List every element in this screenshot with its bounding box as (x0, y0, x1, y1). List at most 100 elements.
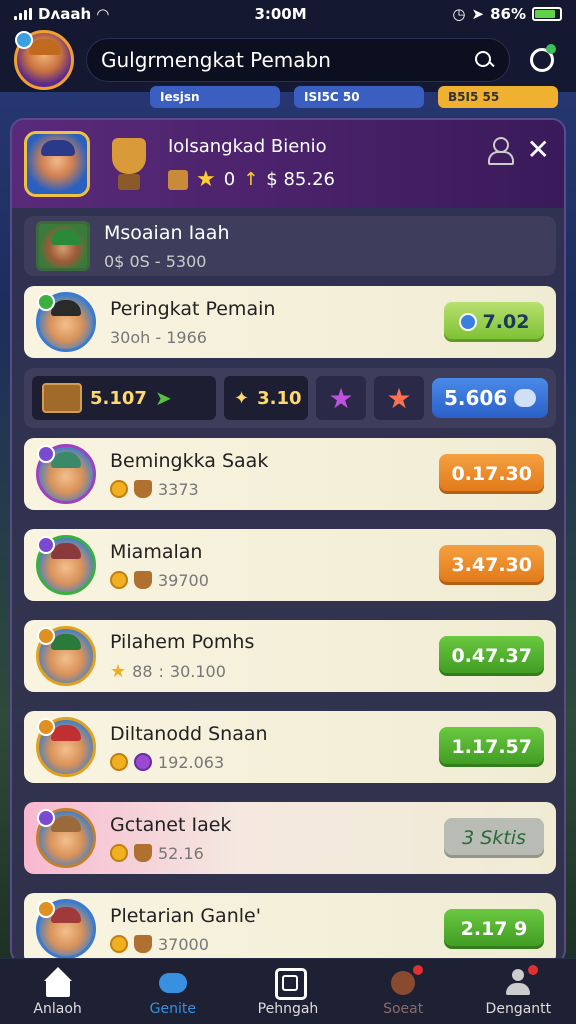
nav-label: Soeat (383, 1000, 424, 1017)
battery-percent: 86% (490, 5, 526, 23)
search-input[interactable]: Gulgrmengkat Pemabn (86, 38, 510, 82)
panel-stat-b: $ 85.26 (266, 169, 335, 190)
notification-dot (526, 962, 541, 977)
star-value: 3.10 (257, 387, 302, 409)
resource-pills: Iesjsn ISI5C 50 B5I5 55 (150, 86, 558, 108)
cup-icon (134, 480, 152, 498)
user-avatar[interactable] (14, 30, 74, 90)
list-item[interactable]: Bemingkka Saak 3373 0.17.30 (24, 438, 556, 510)
star-icon: ★ (110, 660, 127, 682)
leaderboard-panel: Iolsangkad Bienio ★ 0 ↑ $ 85.26 ✕ Msoaia… (10, 118, 566, 964)
row-avatar (36, 899, 96, 959)
row-sub: 52.16 (158, 843, 204, 863)
battery-icon (532, 7, 562, 21)
leaf-icon: ➤ (154, 386, 172, 410)
score-button[interactable]: 3 Sktis (444, 818, 544, 858)
resource-pill-1[interactable]: Iesjsn (150, 86, 280, 108)
notification-dot (411, 962, 426, 977)
purple-coin-icon (134, 753, 152, 771)
list-item[interactable]: Pilahem Pomhs ★ 88:30.100 0.47.37 (24, 620, 556, 692)
player-name: Peringkat Pemain (110, 297, 276, 320)
row-score: 0.17.30 (451, 463, 532, 485)
chest-icon (168, 169, 188, 190)
player-score-button[interactable]: 7.02 (444, 302, 544, 342)
row-name: Miamalan (110, 540, 203, 563)
level-badge-icon (15, 31, 33, 49)
list-item[interactable]: Miamalan 39700 3.47.30 (24, 529, 556, 601)
search-icon[interactable] (473, 49, 495, 71)
row-name: Pletarian Ganle' (110, 904, 261, 927)
nav-label: Pehngah (257, 1000, 319, 1017)
row-avatar (36, 626, 96, 686)
signal-icon (14, 8, 32, 20)
panel-header: Iolsangkad Bienio ★ 0 ↑ $ 85.26 ✕ (12, 120, 564, 208)
location-icon: ➤ (471, 5, 485, 23)
cup-icon (134, 571, 152, 589)
score-button[interactable]: 1.17.57 (439, 727, 544, 767)
row-avatar (36, 444, 96, 504)
trophy-icon (104, 134, 154, 194)
row-avatar (36, 717, 96, 777)
nav-label: Genite (149, 1000, 196, 1017)
row-name: Gctanet Iaek (110, 813, 232, 836)
alarm-icon: ◷ (452, 5, 466, 23)
score-button[interactable]: 0.17.30 (439, 454, 544, 494)
coin-icon (110, 935, 128, 953)
chat-icon (514, 389, 536, 407)
row-score: 2.17 9 (460, 918, 528, 940)
cup-icon (134, 844, 152, 862)
shop-icon (387, 962, 426, 997)
carrier-text: Dᴧaah (38, 5, 92, 23)
up-arrow-icon: ↑ (243, 169, 259, 190)
score-button[interactable]: 0.47.37 (439, 636, 544, 676)
score-button[interactable]: 3.47.30 (439, 545, 544, 585)
search-text: Gulgrmengkat Pemabn (101, 48, 331, 72)
bottom-nav: Anlaoh Genite Pehngah Soeat Dengantt (0, 958, 576, 1024)
ranking-icon (272, 967, 307, 1000)
nav-ranking[interactable]: Pehngah (238, 967, 338, 1017)
row-sub: 30.100 (169, 661, 226, 681)
panel-avatar[interactable] (24, 131, 90, 197)
player-row[interactable]: Peringkat Pemain 30oh - 1966 7.02 (24, 286, 556, 358)
resource-pill-2[interactable]: ISI5C 50 (294, 86, 424, 108)
chest-value: 5.107 (90, 387, 147, 409)
banner-row[interactable]: Msoaian Iaah 0$ 0S - 5300 (24, 216, 556, 276)
profile-icon (502, 962, 541, 997)
row-score: 1.17.57 (451, 736, 532, 758)
stats-strip: 5.107 ➤ ✦ 3.10 ★ ★ 5.606 (24, 368, 556, 428)
chest-stat[interactable]: 5.107 ➤ (32, 376, 216, 420)
game-icon (157, 967, 189, 997)
row-score: 3 Sktis (462, 827, 526, 849)
player-sub: 30oh - 1966 (110, 327, 207, 347)
user-icon[interactable] (487, 137, 514, 165)
notification-button[interactable] (522, 40, 562, 80)
gem-icon (458, 313, 477, 331)
status-bar: Dᴧaah ◠ 3:00M ◷ ➤ 86% (0, 0, 576, 28)
nav-profile[interactable]: Dengantt (468, 962, 568, 1017)
star-stat[interactable]: ✦ 3.10 (224, 376, 308, 420)
close-icon[interactable]: ✕ (527, 136, 550, 164)
orange-star-button[interactable]: ★ (374, 376, 424, 420)
panel-stat-a: 0 (223, 169, 236, 190)
nav-game[interactable]: Genite (123, 967, 223, 1017)
row-name: Bemingkka Saak (110, 449, 269, 472)
sparkle-icon: ✦ (234, 387, 250, 409)
blue-value-button[interactable]: 5.606 (432, 378, 548, 418)
coin-icon (110, 571, 128, 589)
row-sub: 39700 (158, 570, 209, 590)
row-name: Pilahem Pomhs (110, 630, 255, 653)
score-button[interactable]: 2.17 9 (444, 909, 544, 949)
list-item[interactable]: Gctanet Iaek 52.16 3 Sktis (24, 802, 556, 874)
clock: 3:00M (254, 5, 307, 23)
row-sub: 3373 (158, 479, 199, 499)
purple-star-button[interactable]: ★ (316, 376, 366, 420)
nav-shop[interactable]: Soeat (353, 962, 453, 1017)
home-icon (42, 966, 74, 997)
nav-label: Anlaoh (33, 1000, 82, 1017)
list-item[interactable]: Diltanodd Snaan 192.063 1.17.57 (24, 711, 556, 783)
list-item[interactable]: Pletarian Ganle' 37000 2.17 9 (24, 893, 556, 962)
nav-label: Dengantt (485, 1000, 552, 1017)
resource-pill-3[interactable]: B5I5 55 (438, 86, 558, 108)
nav-home[interactable]: Anlaoh (8, 966, 108, 1017)
row-avatar (36, 808, 96, 868)
